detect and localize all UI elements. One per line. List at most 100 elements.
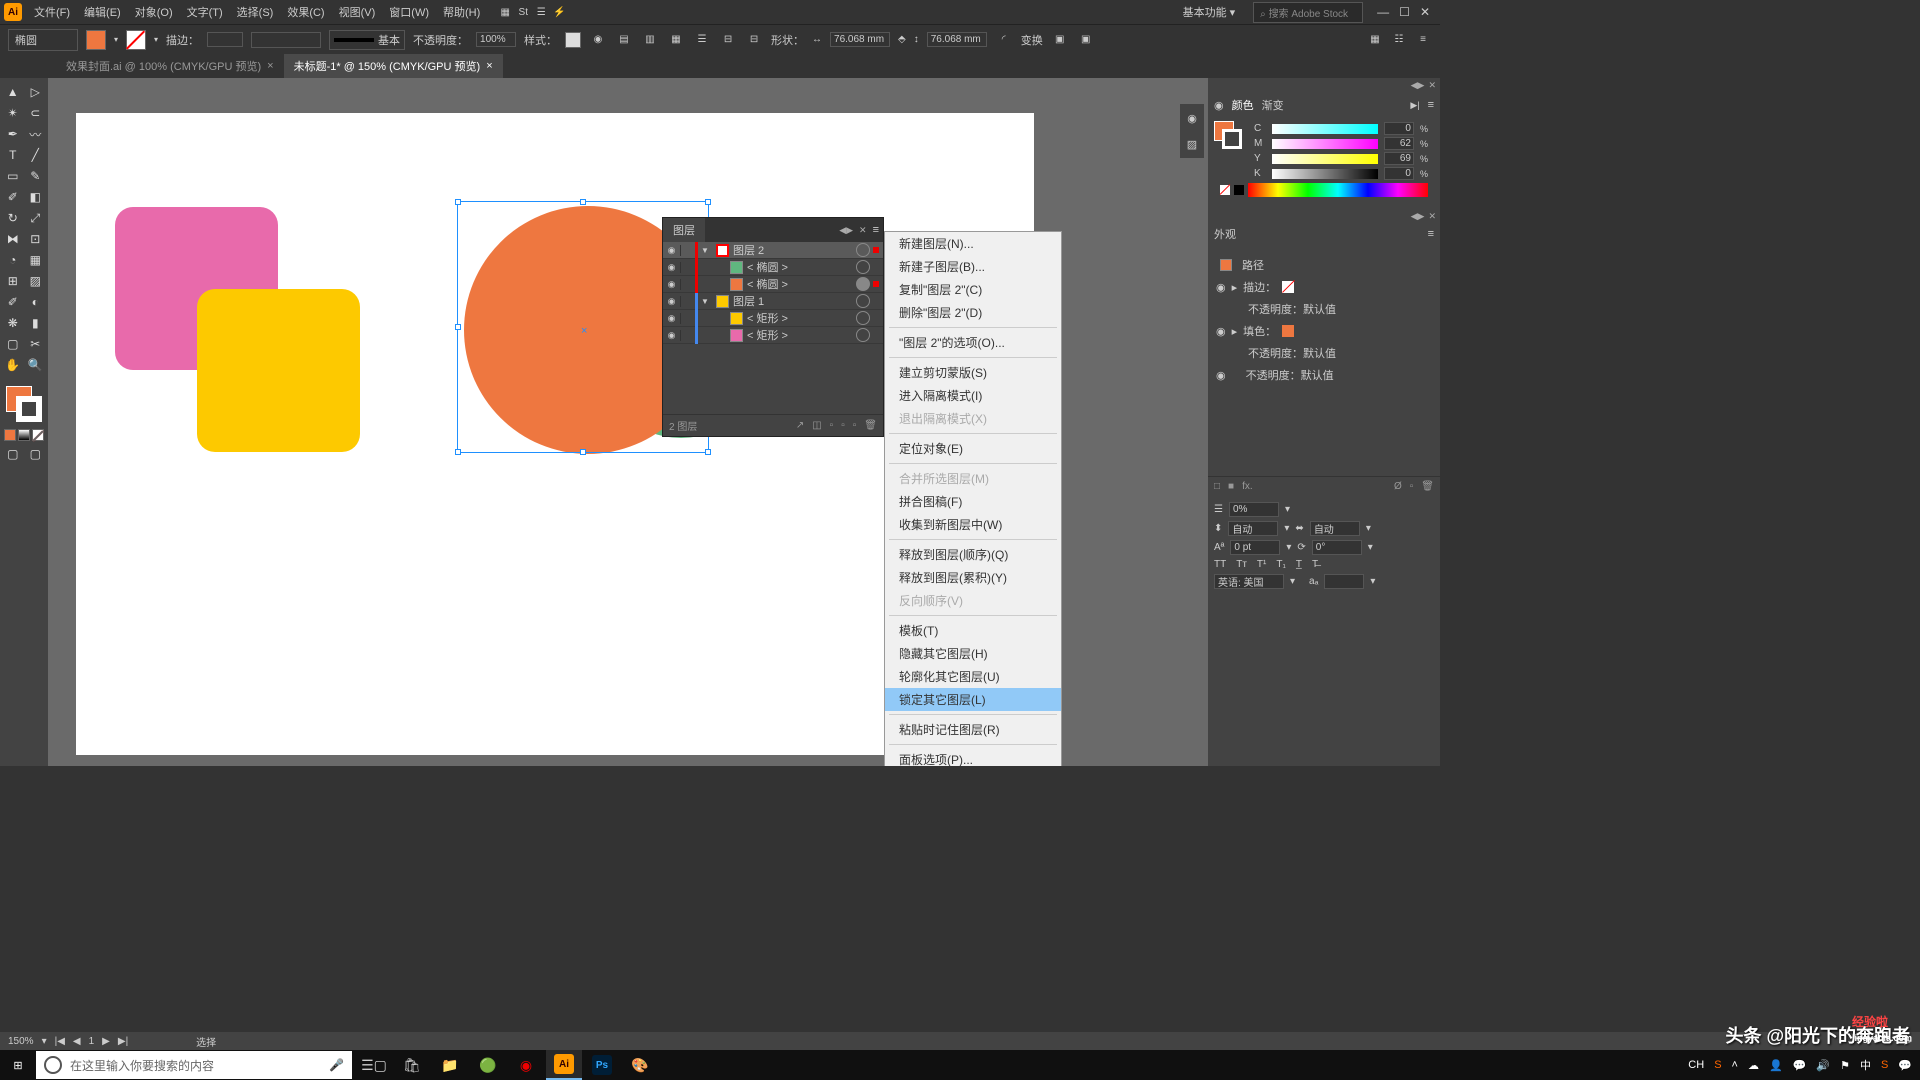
stock-icon[interactable]: St	[514, 3, 532, 21]
free-transform-tool[interactable]: ⊡	[25, 229, 47, 249]
ctx-hide-others[interactable]: 隐藏其它图层(H)	[885, 642, 1061, 665]
bridge-icon[interactable]: ▦	[496, 3, 514, 21]
language-input[interactable]	[1214, 574, 1284, 589]
menu-view[interactable]: 视图(V)	[333, 1, 382, 23]
cyan-input[interactable]	[1384, 122, 1414, 135]
add-fill-icon[interactable]: ■	[1228, 481, 1234, 492]
new-layer-icon2[interactable]: ▫	[853, 420, 857, 431]
smallcaps-icon[interactable]: Tт	[1236, 559, 1247, 570]
ctx-new-sublayer[interactable]: 新建子图层(B)...	[885, 255, 1061, 278]
panel-close-icon[interactable]: ✕	[1428, 80, 1436, 91]
stock-search[interactable]: ⌕ 搜索 Adobe Stock	[1253, 2, 1363, 23]
none-swatch[interactable]	[1220, 185, 1230, 195]
slice-tool[interactable]: ✂	[25, 334, 47, 354]
duplicate-icon[interactable]: ▫	[1410, 481, 1414, 492]
align-icon3[interactable]: ▦	[667, 31, 685, 49]
layer-row-rect1[interactable]: ◉ < 矩形 >	[663, 310, 883, 327]
collapsed-panel-icon[interactable]: ◉	[1182, 108, 1202, 128]
curvature-tool[interactable]: 〰	[25, 124, 47, 144]
panel-close-icon[interactable]: ✕	[1428, 211, 1436, 222]
explorer-icon[interactable]: 📁	[432, 1050, 468, 1080]
appearance-fill[interactable]: 填色：	[1243, 323, 1276, 339]
visibility-toggle[interactable]: ◉	[663, 296, 681, 307]
corner-icon[interactable]: ◜	[995, 31, 1013, 49]
shaper-tool[interactable]: ✐	[2, 187, 24, 207]
ctx-paste-remember[interactable]: 粘贴时记住图层(R)	[885, 718, 1061, 741]
target-icon[interactable]	[856, 243, 870, 257]
menu-file[interactable]: 文件(F)	[28, 1, 76, 23]
lasso-tool[interactable]: ⊂	[25, 103, 47, 123]
appearance-stroke[interactable]: 描边：	[1243, 279, 1276, 295]
nav-next-icon[interactable]: ▶	[102, 1036, 110, 1047]
spectrum-bar[interactable]	[1248, 183, 1428, 197]
tray-sogou-icon[interactable]: S	[1714, 1059, 1721, 1071]
direct-selection-tool[interactable]: ▷	[25, 82, 47, 102]
layer-row-layer2[interactable]: ◉ ▼ 图层 2	[663, 242, 883, 259]
zoom-level[interactable]: 150%	[8, 1036, 34, 1047]
gradient-tool[interactable]: ▨	[25, 271, 47, 291]
ctx-lock-others[interactable]: 锁定其它图层(L)	[885, 688, 1061, 711]
zoom-tool[interactable]: 🔍	[25, 355, 47, 375]
height-input[interactable]	[927, 32, 987, 47]
tray-cloud-icon[interactable]: ☁	[1748, 1059, 1759, 1072]
store-icon[interactable]: 🛍	[394, 1050, 430, 1080]
snap-icon[interactable]: ▦	[1366, 31, 1384, 49]
fill-swatch[interactable]	[86, 30, 106, 50]
rotate-tool[interactable]: ↻	[2, 208, 24, 228]
visibility-toggle[interactable]: ◉	[663, 330, 681, 341]
stroke-swatch[interactable]	[126, 30, 146, 50]
color-mode-icon[interactable]	[4, 429, 16, 441]
style-swatch[interactable]	[565, 32, 581, 48]
line-tool[interactable]: ╱	[25, 145, 47, 165]
panel-menu-icon[interactable]: ≡	[1428, 228, 1434, 240]
tray-people-icon[interactable]: 👤	[1769, 1059, 1783, 1072]
ctx-locate[interactable]: 定位对象(E)	[885, 437, 1061, 460]
target-icon[interactable]	[856, 260, 870, 274]
ctx-duplicate[interactable]: 复制"图层 2"(C)	[885, 278, 1061, 301]
appearance-tab[interactable]: 外观	[1214, 226, 1236, 242]
ctx-options[interactable]: "图层 2"的选项(O)...	[885, 331, 1061, 354]
panel-menu-icon[interactable]: ≡	[1428, 99, 1434, 111]
maximize-button[interactable]: ☐	[1399, 5, 1410, 19]
visibility-toggle[interactable]: ◉	[1216, 369, 1226, 382]
eraser-tool[interactable]: ◧	[25, 187, 47, 207]
tray-sogou-icon2[interactable]: S	[1881, 1059, 1888, 1071]
ctx-delete[interactable]: 删除"图层 2"(D)	[885, 301, 1061, 324]
menu-edit[interactable]: 编辑(E)	[78, 1, 127, 23]
delete-layer-icon[interactable]: 🗑	[864, 420, 877, 431]
clear-icon[interactable]: Ø	[1394, 481, 1402, 492]
gpu-icon[interactable]: ⚡	[550, 3, 568, 21]
ctx-new-layer[interactable]: 新建图层(N)...	[885, 232, 1061, 255]
ctx-outline-others[interactable]: 轮廓化其它图层(U)	[885, 665, 1061, 688]
tab-close-icon[interactable]: ×	[486, 60, 492, 72]
shape-builder-tool[interactable]: ◔	[2, 250, 24, 270]
canvas[interactable]: × 图层 ◀▶✕ ≡ ◉ ▼ 图层 2 ◉	[48, 78, 1208, 766]
tab-close-icon[interactable]: ×	[267, 60, 273, 72]
layers-tab[interactable]: 图层	[663, 218, 705, 242]
layer-row-rect2[interactable]: ◉ < 矩形 >	[663, 327, 883, 344]
baseline-input[interactable]	[1230, 540, 1280, 555]
layers-panel[interactable]: 图层 ◀▶✕ ≡ ◉ ▼ 图层 2 ◉ < 椭圆 >	[662, 217, 884, 437]
menu-help[interactable]: 帮助(H)	[437, 1, 486, 23]
black-input[interactable]	[1384, 167, 1414, 180]
tray-notification-icon[interactable]: 💬	[1898, 1059, 1912, 1072]
superscript-icon[interactable]: T¹	[1257, 559, 1266, 570]
appearance-opacity[interactable]: 不透明度：默认值	[1248, 301, 1336, 317]
visibility-toggle[interactable]: ◉	[663, 313, 681, 324]
panel-menu-icon[interactable]: ≡	[1414, 31, 1432, 49]
tray-ime-lang[interactable]: CH	[1688, 1059, 1704, 1071]
windows-search[interactable]: 在这里输入你要搜索的内容 🎤	[36, 1051, 352, 1079]
illustrator-taskbar-icon[interactable]: Ai	[546, 1050, 582, 1080]
tray-chat-icon[interactable]: 💬	[1793, 1059, 1807, 1072]
nav-last-icon[interactable]: ▶|	[118, 1036, 128, 1047]
new-sublayer-icon[interactable]: ▫	[830, 420, 834, 431]
visibility-toggle[interactable]: ◉	[663, 245, 681, 256]
menu-object[interactable]: 对象(O)	[129, 1, 179, 23]
yellow-rectangle[interactable]	[197, 289, 360, 452]
hand-tool[interactable]: ✋	[2, 355, 24, 375]
appearance-opacity[interactable]: 不透明度：默认值	[1232, 367, 1334, 383]
panel-icon[interactable]: ◉	[1214, 99, 1224, 112]
strikethrough-icon[interactable]: T̶	[1312, 559, 1318, 570]
ctx-release-acc[interactable]: 释放到图层(累积)(Y)	[885, 566, 1061, 589]
leading-input[interactable]	[1228, 521, 1278, 536]
